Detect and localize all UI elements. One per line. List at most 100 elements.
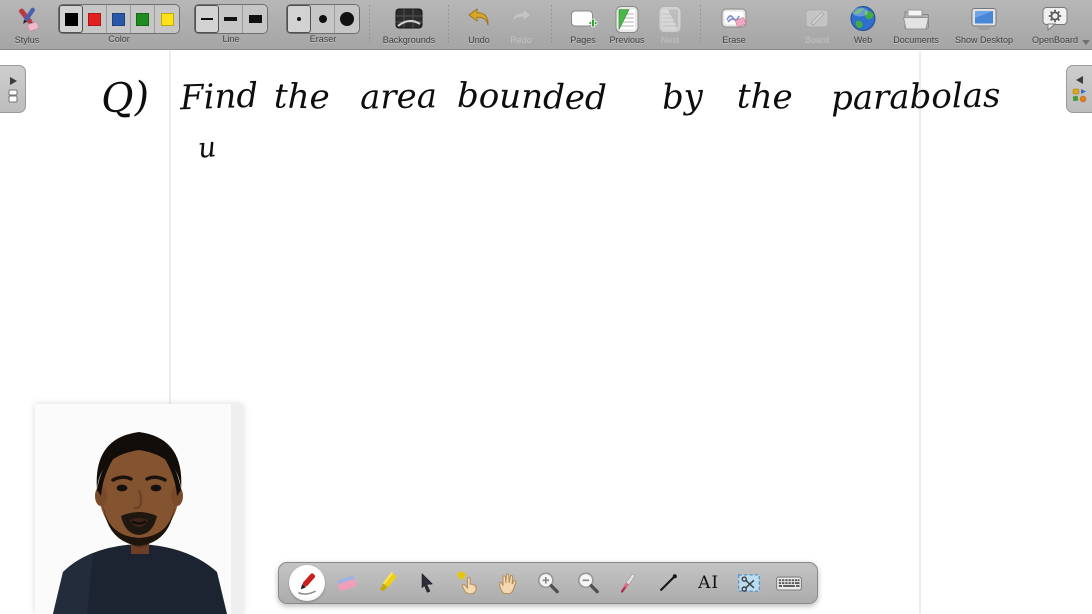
line-medium-option[interactable] <box>219 5 243 33</box>
eraser-tool-button[interactable] <box>329 565 365 601</box>
keyboard-icon <box>775 570 803 596</box>
presenter-portrait <box>35 404 243 614</box>
redo-arrow-icon <box>506 3 536 35</box>
handwritten-question-text: Findtheareaboundedbytheparabolas <box>180 77 1001 117</box>
erase-label: Erase <box>722 35 746 46</box>
stylus-pens-icon <box>12 3 42 35</box>
pen-tool-button[interactable] <box>289 565 325 601</box>
top-toolbar: Stylus Color Line <box>0 0 1092 50</box>
eraser-icon <box>334 570 360 596</box>
library-panel-icon <box>1072 88 1087 103</box>
openboard-menu-label: OpenBoard <box>1032 35 1078 46</box>
page-margin-line-right <box>919 51 921 614</box>
toolbar-separator <box>700 5 701 45</box>
hand-pan-tool-button[interactable] <box>490 565 526 601</box>
show-desktop-label: Show Desktop <box>955 35 1013 46</box>
virtual-keyboard-tool-button[interactable] <box>771 565 807 601</box>
line-thin-option[interactable] <box>195 5 219 33</box>
backgrounds-board-icon <box>393 3 425 35</box>
undo-label: Undo <box>468 35 490 46</box>
whiteboard-canvas[interactable]: Q) Findtheareaboundedbytheparabolas u <box>0 51 1092 614</box>
color-swatch-yellow[interactable] <box>155 5 179 33</box>
previous-page-icon <box>612 3 642 35</box>
color-swatch-green[interactable] <box>131 5 155 33</box>
color-swatch-black[interactable] <box>59 5 83 33</box>
color-swatch-red[interactable] <box>83 5 107 33</box>
redo-label: Redo <box>510 35 532 46</box>
erase-button[interactable]: Erase <box>710 3 758 46</box>
handwritten-word: parabolas <box>831 76 1001 119</box>
show-desktop-button[interactable]: Show Desktop <box>948 3 1020 46</box>
line-label: Line <box>222 34 239 45</box>
undo-arrow-icon <box>464 3 494 35</box>
backgrounds-button[interactable]: Backgrounds <box>379 3 439 46</box>
handwritten-word: the <box>737 77 793 118</box>
erase-page-icon <box>718 3 750 35</box>
line-options <box>194 4 268 34</box>
next-page-icon <box>655 3 685 35</box>
text-tool-icon: AI <box>698 573 719 593</box>
openboard-menu-button[interactable]: OpenBoard <box>1024 3 1086 46</box>
handwritten-question-label: Q) <box>99 73 150 122</box>
capture-scissors-icon <box>736 570 762 596</box>
toolbar-separator <box>448 5 449 45</box>
documents-label: Documents <box>893 35 939 46</box>
pages-panel-icon <box>7 89 19 103</box>
zoom-out-icon <box>575 570 601 596</box>
redo-button[interactable]: Redo <box>500 3 542 46</box>
eraser-small-option[interactable] <box>287 5 311 33</box>
board-mode-label: Board <box>805 35 829 46</box>
webcam-video[interactable] <box>35 404 243 614</box>
openboard-settings-icon <box>1039 3 1071 35</box>
previous-page-label: Previous <box>609 35 644 46</box>
eraser-large-option[interactable] <box>335 5 359 33</box>
capture-tool-button[interactable] <box>731 565 767 601</box>
color-swatches <box>58 4 180 34</box>
laser-pointer-tool-button[interactable] <box>610 565 646 601</box>
next-page-button[interactable]: Next <box>649 3 691 46</box>
color-label: Color <box>108 34 130 45</box>
right-library-tab[interactable] <box>1066 65 1092 113</box>
laser-pointer-icon <box>615 570 641 596</box>
selector-tool-button[interactable] <box>409 565 445 601</box>
line-tool-button[interactable] <box>650 565 686 601</box>
backgrounds-label: Backgrounds <box>383 35 436 46</box>
handwritten-word: area <box>359 76 437 117</box>
add-page-icon <box>568 3 598 35</box>
board-mode-button[interactable]: Board <box>796 3 838 46</box>
web-label: Web <box>854 35 872 46</box>
line-icon <box>656 571 680 595</box>
zoom-out-tool-button[interactable] <box>570 565 606 601</box>
handwritten-partial-stroke: u <box>196 130 217 165</box>
eraser-medium-option[interactable] <box>311 5 335 33</box>
stylus-button[interactable]: Stylus <box>6 3 48 46</box>
toolbar-separator <box>551 5 552 45</box>
magic-hand-icon <box>455 570 481 596</box>
zoom-in-tool-button[interactable] <box>530 565 566 601</box>
documents-button[interactable]: Documents <box>888 3 944 46</box>
handwritten-word: by <box>662 76 704 117</box>
previous-page-button[interactable]: Previous <box>605 3 649 46</box>
highlighter-tool-button[interactable] <box>369 565 405 601</box>
undo-button[interactable]: Undo <box>458 3 500 46</box>
hide-toolbar-arrow-icon[interactable] <box>1082 40 1090 45</box>
handwritten-word: Find <box>179 76 258 119</box>
eraser-options <box>286 4 360 34</box>
pen-icon <box>294 570 320 596</box>
interact-tool-button[interactable] <box>450 565 486 601</box>
color-swatch-blue[interactable] <box>107 5 131 33</box>
web-button[interactable]: Web <box>842 3 884 46</box>
color-group: Color <box>58 3 180 45</box>
next-page-label: Next <box>661 35 680 46</box>
stylus-toolbar: AI <box>278 562 818 604</box>
handwritten-word: the <box>274 77 330 118</box>
open-hand-icon <box>495 570 521 596</box>
left-panel-tab[interactable] <box>0 65 26 113</box>
line-thick-option[interactable] <box>243 5 267 33</box>
openboard-window: Stylus Color Line <box>0 0 1092 614</box>
handwritten-word: bounded <box>456 76 606 119</box>
eraser-label: Eraser <box>310 34 337 45</box>
pages-button[interactable]: Pages <box>561 3 605 46</box>
text-tool-button[interactable]: AI <box>691 565 727 601</box>
toolbar-separator <box>369 5 370 45</box>
